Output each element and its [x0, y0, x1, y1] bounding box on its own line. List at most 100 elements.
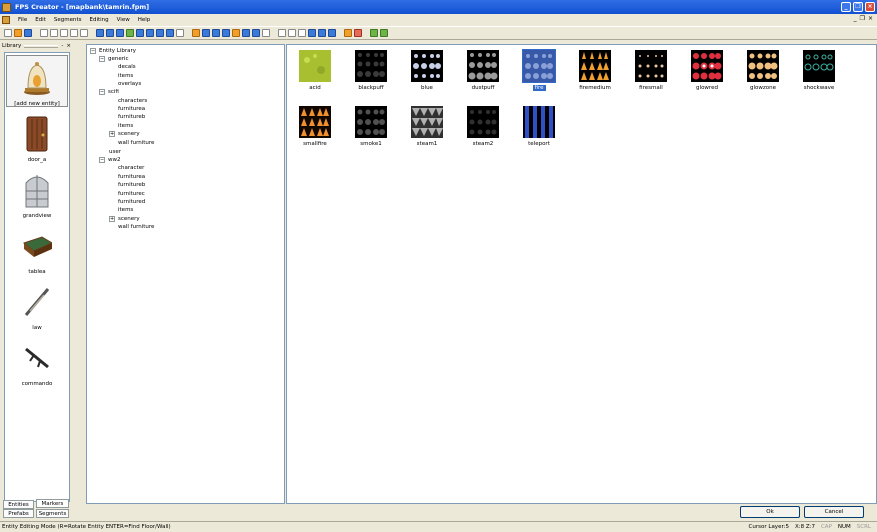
- library-item[interactable]: tablea: [5, 227, 69, 275]
- entity-tile-glowred[interactable]: glowred: [679, 50, 735, 91]
- entity-tile-steam2[interactable]: steam2: [455, 106, 511, 147]
- collapse-icon[interactable]: −: [99, 157, 105, 163]
- ok-button[interactable]: Ok: [740, 506, 800, 518]
- tree-node-generic[interactable]: − generic: [99, 56, 129, 62]
- view-icon[interactable]: [96, 29, 104, 37]
- undo-icon[interactable]: [70, 29, 78, 37]
- layers-down-icon[interactable]: [146, 29, 154, 37]
- pin-icon[interactable]: -: [61, 43, 63, 49]
- entity-tile-fire[interactable]: fire: [511, 49, 567, 91]
- tree-node[interactable]: wall furniture: [118, 140, 154, 146]
- line-icon[interactable]: [278, 29, 286, 37]
- tree-node[interactable]: items: [118, 73, 133, 79]
- tree-node[interactable]: items: [118, 207, 133, 213]
- redo-icon[interactable]: [80, 29, 88, 37]
- menu-view[interactable]: View: [113, 17, 134, 23]
- close-button[interactable]: ×: [865, 2, 875, 12]
- brush-icon[interactable]: [318, 29, 326, 37]
- menu-file[interactable]: File: [14, 17, 31, 23]
- pick-icon[interactable]: [232, 29, 240, 37]
- panel-grip[interactable]: [24, 44, 59, 48]
- new-file-icon[interactable]: [4, 29, 12, 37]
- circle-icon[interactable]: [298, 29, 306, 37]
- segment-icon[interactable]: [242, 29, 250, 37]
- entity-tile-smoke1[interactable]: smoke1: [343, 106, 399, 147]
- terrain-icon[interactable]: [126, 29, 134, 37]
- menu-editing[interactable]: Editing: [86, 17, 113, 23]
- library-item[interactable]: [add new entity]: [5, 59, 69, 107]
- minimize-button[interactable]: _: [841, 2, 851, 12]
- entity-tile-dustpuff[interactable]: dustpuff: [455, 50, 511, 91]
- library-item[interactable]: commando: [5, 339, 69, 387]
- tree-node[interactable]: items: [118, 123, 133, 129]
- tree-node[interactable]: furnitureb: [118, 114, 145, 120]
- close-panel-icon[interactable]: ×: [66, 43, 71, 49]
- tree-node[interactable]: furnitured: [118, 199, 145, 205]
- entity-tile-shockwave[interactable]: shockwave: [791, 50, 847, 91]
- paste-icon[interactable]: [60, 29, 68, 37]
- library-item[interactable]: grandview: [5, 171, 69, 219]
- tree-node[interactable]: wall furniture: [118, 224, 154, 230]
- tab-prefabs[interactable]: Prefabs: [3, 509, 34, 518]
- cut-icon[interactable]: [40, 29, 48, 37]
- camera-icon[interactable]: [156, 29, 164, 37]
- test-game-icon[interactable]: [370, 29, 378, 37]
- entity-tile-firesmall[interactable]: firesmall: [623, 50, 679, 91]
- menu-edit[interactable]: Edit: [31, 17, 50, 23]
- collapse-icon[interactable]: −: [99, 56, 105, 62]
- entity-tile-glowzone[interactable]: glowzone: [735, 50, 791, 91]
- tree-node-ww2[interactable]: − ww2: [99, 157, 121, 163]
- entity-tile-blue[interactable]: blue: [399, 50, 455, 91]
- rectangle-icon[interactable]: [288, 29, 296, 37]
- tree-node[interactable]: decals: [118, 64, 136, 70]
- tree-node[interactable]: furnitureb: [118, 182, 145, 188]
- tree-node[interactable]: overlays: [118, 81, 141, 87]
- library-item[interactable]: law: [5, 283, 69, 331]
- tree-node[interactable]: furniturea: [118, 174, 145, 180]
- collapse-icon[interactable]: −: [99, 89, 105, 95]
- entity-tile-blackpuff[interactable]: blackpuff: [343, 50, 399, 91]
- cancel-button[interactable]: Cancel: [804, 506, 864, 518]
- build-game-icon[interactable]: [380, 29, 388, 37]
- save-icon[interactable]: [24, 29, 32, 37]
- tab-markers[interactable]: Markers: [36, 499, 69, 508]
- arrow-right-icon[interactable]: [212, 29, 220, 37]
- tree-node-scenery[interactable]: + scenery: [109, 131, 140, 137]
- mdi-close-icon[interactable]: ×: [868, 15, 873, 22]
- restore-button[interactable]: ❐: [853, 2, 863, 12]
- open-folder-icon[interactable]: [14, 29, 22, 37]
- arrow-left-icon[interactable]: [202, 29, 210, 37]
- rotate-icon[interactable]: [252, 29, 260, 37]
- fill-icon[interactable]: [308, 29, 316, 37]
- overview-icon[interactable]: [166, 29, 174, 37]
- entity-tile-acid[interactable]: acid: [287, 50, 343, 91]
- entity-tile-smallfire[interactable]: smallfire: [287, 106, 343, 147]
- entity-tile-teleport[interactable]: teleport: [511, 106, 567, 147]
- tree-node[interactable]: furniturea: [118, 106, 145, 112]
- layer-icon[interactable]: [106, 29, 114, 37]
- tab-segments[interactable]: Segments: [36, 509, 69, 518]
- layers-up-icon[interactable]: [136, 29, 144, 37]
- menu-help[interactable]: Help: [134, 17, 155, 23]
- mdi-restore-icon[interactable]: ❐: [860, 15, 865, 22]
- library-item[interactable]: door_a: [5, 115, 69, 163]
- entity-tile-firemedium[interactable]: firemedium: [567, 50, 623, 91]
- paint-icon[interactable]: [192, 29, 200, 37]
- entity-tile-steam1[interactable]: steam1: [399, 106, 455, 147]
- flag-icon[interactable]: [344, 29, 352, 37]
- tab-entities[interactable]: Entities: [3, 500, 34, 509]
- collapse-icon[interactable]: −: [90, 48, 96, 54]
- menu-segments[interactable]: Segments: [50, 17, 86, 23]
- tree-node-scenery[interactable]: + scenery: [109, 216, 140, 222]
- mdi-minimize-icon[interactable]: _: [854, 15, 857, 22]
- tree-node-scifi[interactable]: − scifi: [99, 89, 119, 95]
- copy-icon[interactable]: [50, 29, 58, 37]
- zoom-icon[interactable]: [176, 29, 184, 37]
- tree-node[interactable]: furniturec: [118, 191, 145, 197]
- tree-node[interactable]: characters: [118, 98, 147, 104]
- grid-icon[interactable]: [116, 29, 124, 37]
- tree-node[interactable]: character: [118, 165, 144, 171]
- copy-segment-icon[interactable]: [222, 29, 230, 37]
- expand-icon[interactable]: +: [109, 131, 115, 137]
- tree-root[interactable]: − Entity Library: [90, 48, 136, 54]
